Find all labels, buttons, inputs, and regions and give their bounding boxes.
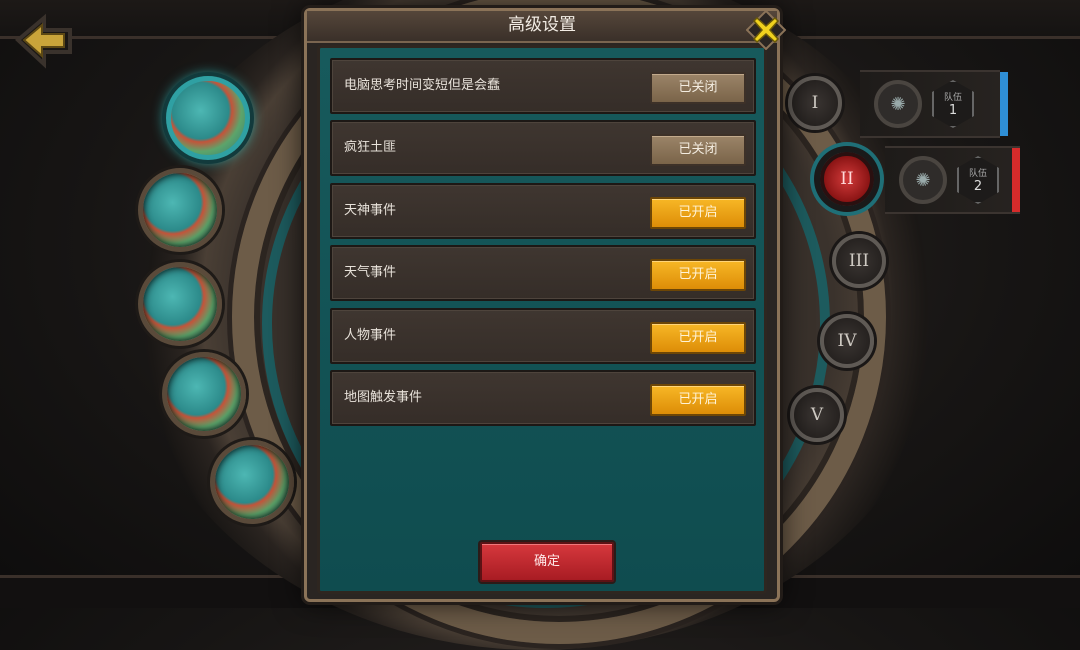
setting-label: 天神事件 [344,203,397,218]
setting-row-ai-think: 电脑思考时间变短但是会蠢 已关闭 [330,58,756,114]
map-token-4[interactable] [162,352,246,436]
team-label: 队伍 [943,93,962,103]
confirm-button[interactable]: 确定 [480,542,614,582]
dialog-title: 高级设置 [307,11,777,43]
map-token-5[interactable] [210,440,294,524]
team-panel-1[interactable]: ✺ 队伍 1 [860,70,1008,138]
roman-button-4[interactable]: IV [820,314,874,368]
setting-label: 地图触发事件 [344,390,423,405]
team-number: 2 [973,179,983,194]
toggle-weather-events[interactable]: 已开启 [650,259,746,291]
team-badge-2: 队伍 2 [957,156,999,204]
gear-icon[interactable]: ✺ [874,80,922,128]
team-panel-2[interactable]: ✺ 队伍 2 [885,146,1020,214]
team-label: 队伍 [968,169,987,179]
setting-label: 人物事件 [344,328,397,343]
setting-row-crazy-bandits: 疯狂土匪 已关闭 [330,120,756,176]
toggle-ai-think[interactable]: 已关闭 [650,72,746,104]
toggle-character-events[interactable]: 已开启 [650,322,746,354]
setting-label: 疯狂土匪 [344,140,397,155]
gear-icon[interactable]: ✺ [899,156,947,204]
setting-row-weather-events: 天气事件 已开启 [330,245,756,301]
setting-label: 电脑思考时间变短但是会蠢 [344,78,501,93]
setting-row-map-events: 地图触发事件 已开启 [330,370,756,426]
map-token-1[interactable] [166,76,250,160]
toggle-map-events[interactable]: 已开启 [650,384,746,416]
toggle-god-events[interactable]: 已开启 [650,197,746,229]
advanced-settings-dialog: 高级设置 电脑思考时间变短但是会蠢 已关闭 疯狂土匪 已关闭 天神事件 已开启 … [304,8,780,602]
roman-button-1[interactable]: I [788,76,842,130]
back-arrow-icon[interactable] [14,12,74,70]
team-badge-1: 队伍 1 [932,80,974,128]
map-token-2[interactable] [138,168,222,252]
team-number: 1 [948,103,958,118]
roman-button-5[interactable]: V [790,388,844,442]
setting-row-character-events: 人物事件 已开启 [330,308,756,364]
toggle-crazy-bandits[interactable]: 已关闭 [650,134,746,166]
team-color-bar [1000,72,1008,136]
setting-row-god-events: 天神事件 已开启 [330,183,756,239]
settings-list: 电脑思考时间变短但是会蠢 已关闭 疯狂土匪 已关闭 天神事件 已开启 天气事件 … [317,45,767,594]
map-token-3[interactable] [138,262,222,346]
roman-button-3[interactable]: III [832,234,886,288]
roman-button-2[interactable]: II [820,152,874,206]
close-x-icon[interactable] [746,10,786,50]
setting-label: 天气事件 [344,265,397,280]
team-color-bar [1012,148,1020,212]
